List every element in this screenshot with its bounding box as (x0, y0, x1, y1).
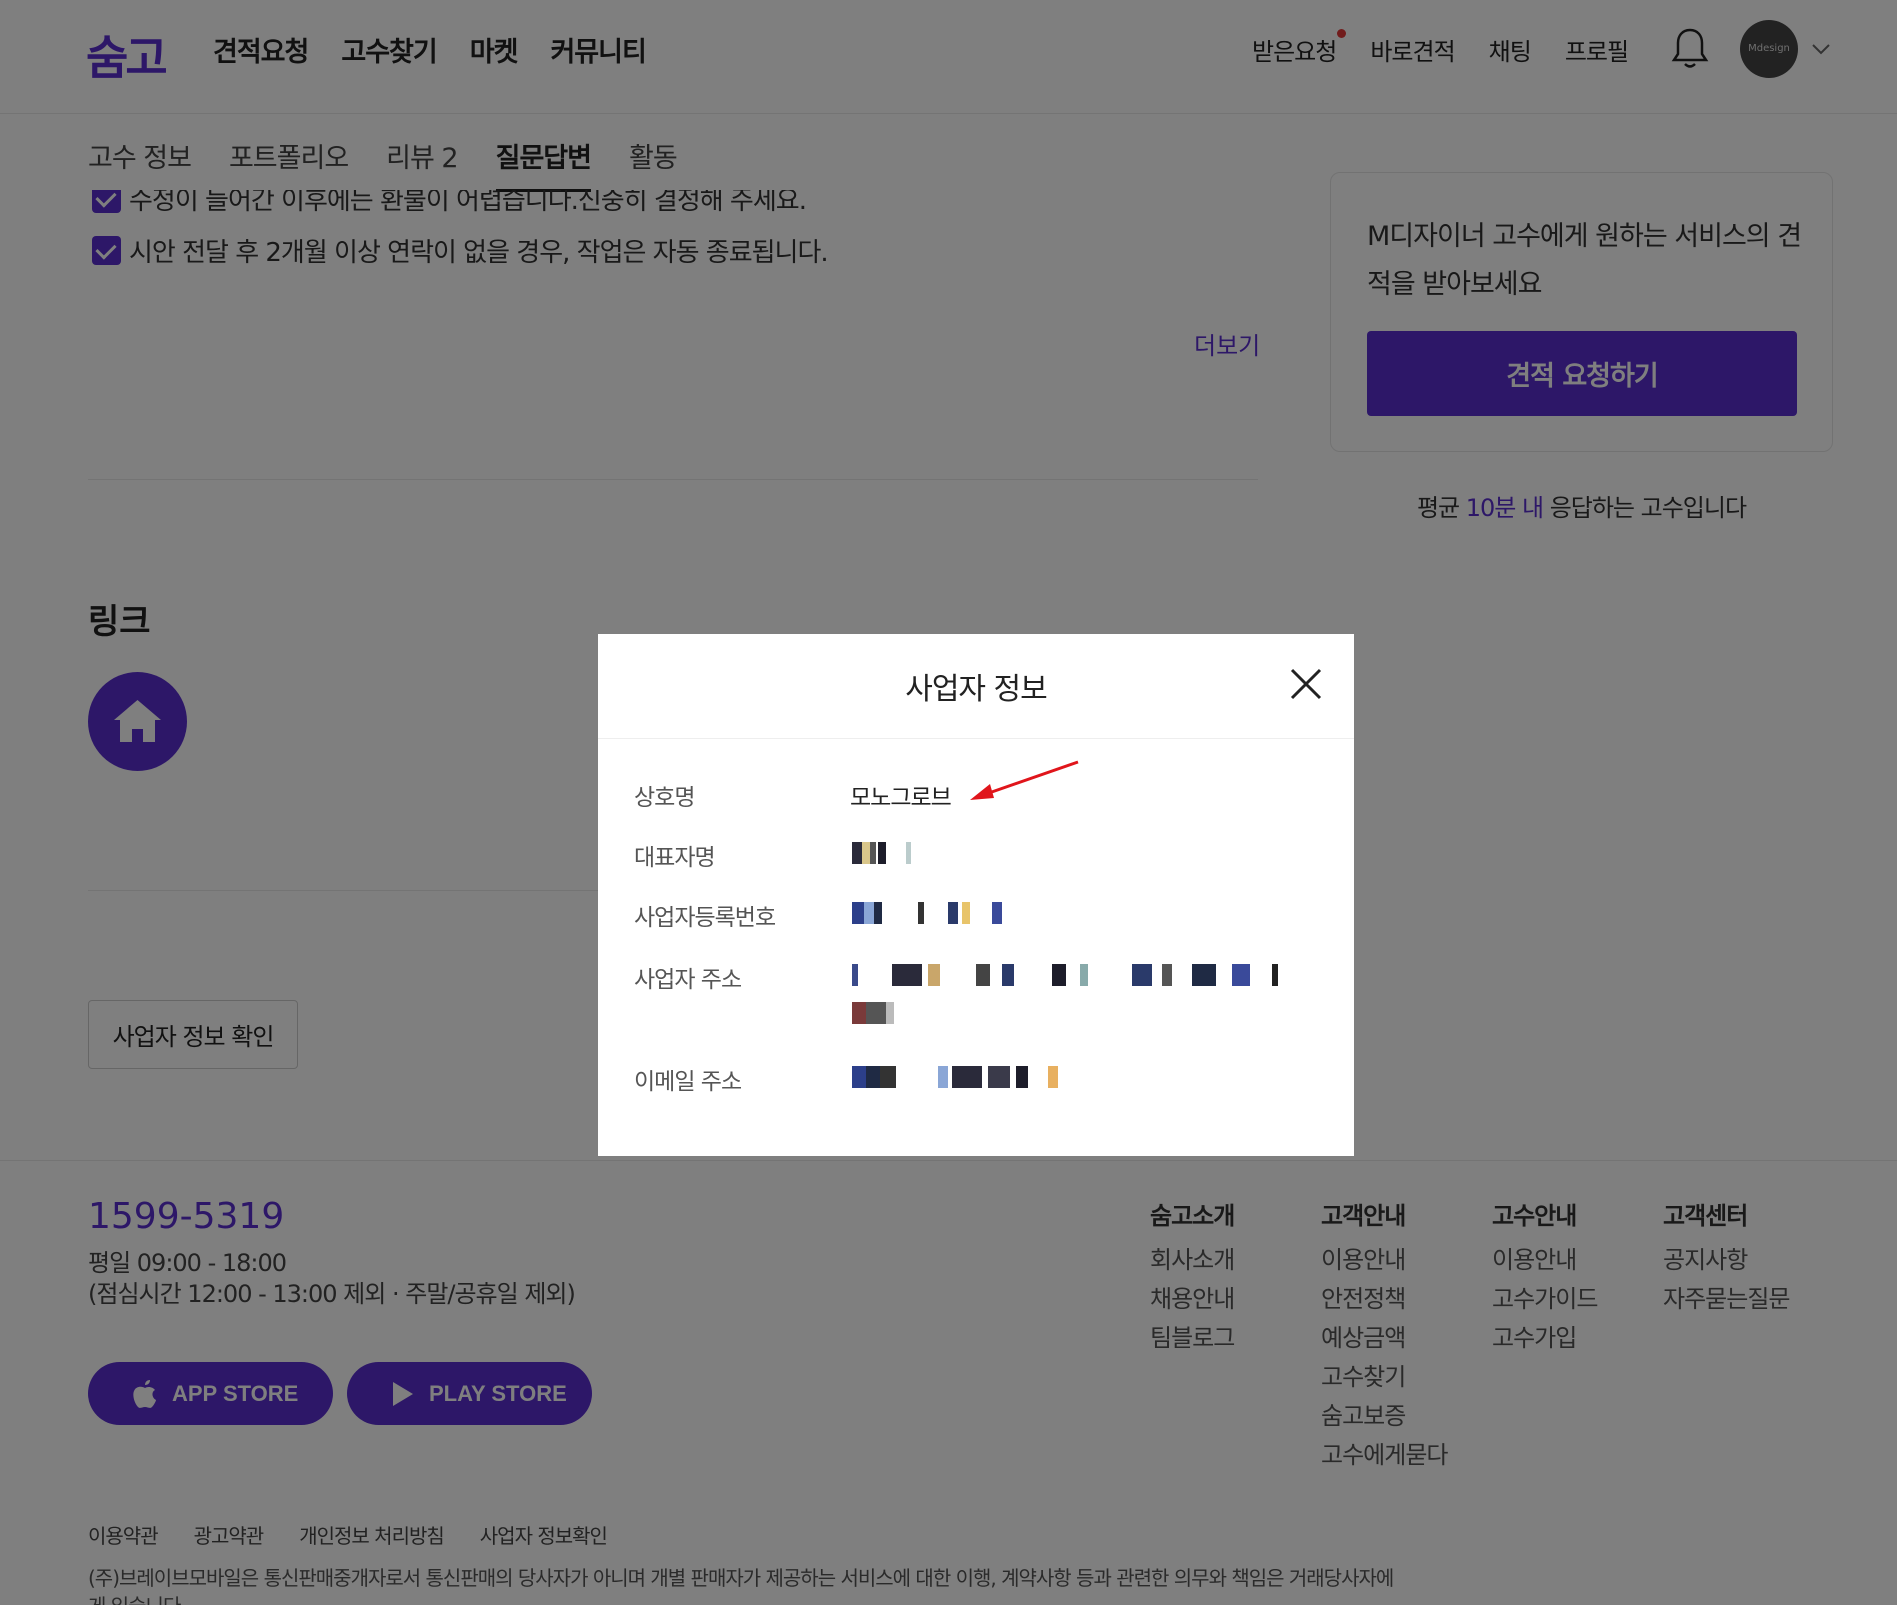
close-icon[interactable] (1288, 666, 1324, 702)
value-company-name: 모노그로브 (850, 785, 952, 811)
modal-title: 사업자 정보 (905, 672, 1048, 707)
red-arrow-annotation (970, 760, 1079, 800)
label-registration-number: 사업자등록번호 (634, 905, 776, 931)
redacted-email (852, 1066, 1062, 1088)
redacted-ceo-name (852, 842, 912, 864)
redacted-registration-number (852, 902, 1012, 924)
modal-divider (598, 738, 1354, 739)
redacted-business-address (852, 964, 1312, 986)
business-info-modal: 사업자 정보 상호명 모노그로브 대표자명 사업자등록번호 사업자 주소 이메일… (598, 634, 1354, 1156)
label-company-name: 상호명 (634, 785, 695, 811)
redacted-business-address-line2 (852, 1002, 902, 1024)
label-business-address: 사업자 주소 (634, 967, 742, 993)
label-email: 이메일 주소 (634, 1069, 742, 1095)
label-ceo-name: 대표자명 (634, 845, 716, 871)
